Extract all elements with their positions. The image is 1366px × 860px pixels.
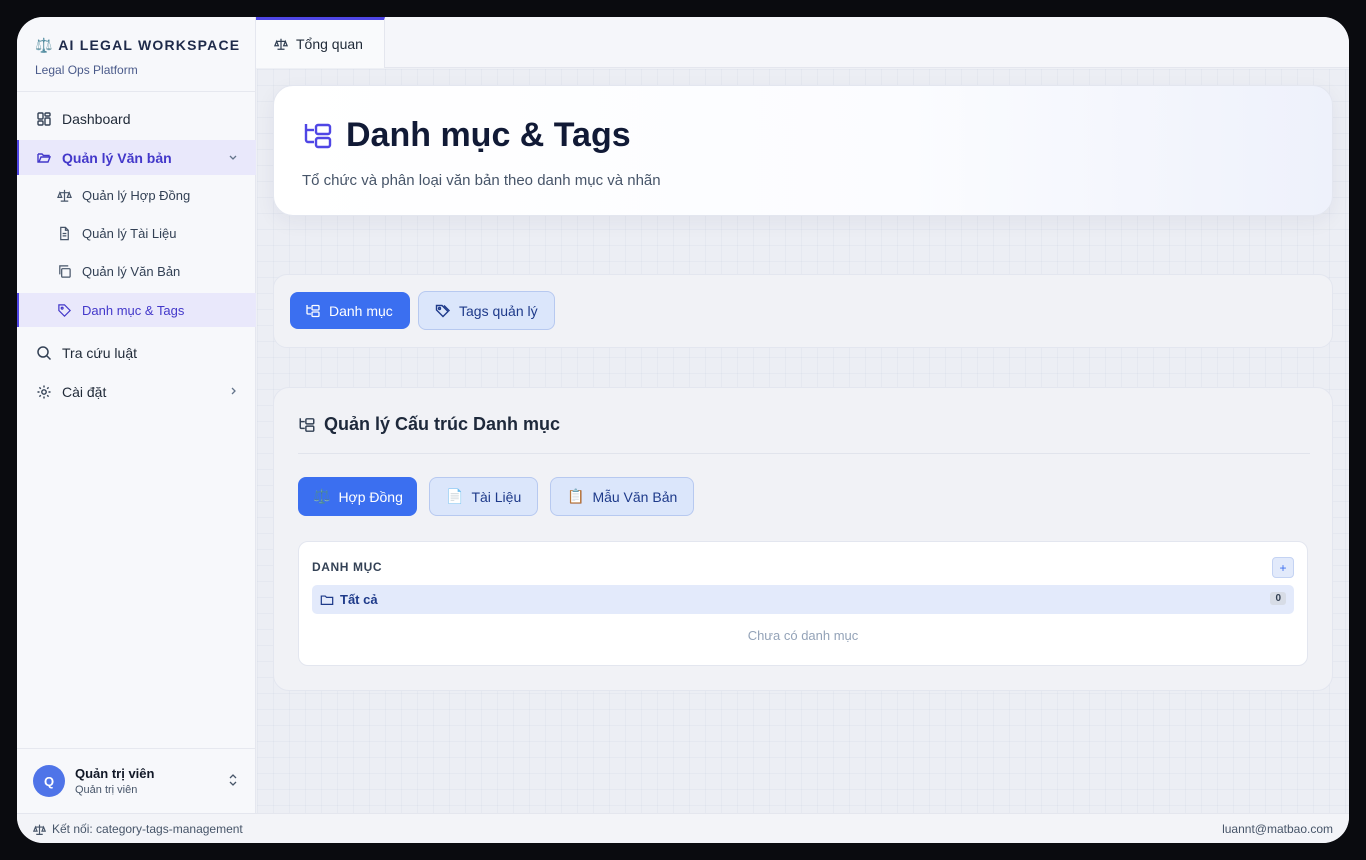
search-icon <box>36 345 52 361</box>
sidebar-item-law-lookup[interactable]: Tra cứu luật <box>17 335 256 370</box>
categories-tab-button[interactable]: Danh mục <box>290 292 410 329</box>
sidebar-item-label: Cài đặt <box>62 383 107 400</box>
sidebar-item-settings[interactable]: Cài đặt <box>17 374 256 409</box>
tab-label: Tổng quan <box>296 36 363 52</box>
scale-icon <box>57 188 72 203</box>
divider <box>298 453 1310 454</box>
user-name: Quản trị viên <box>75 766 155 781</box>
chevron-up-down-icon[interactable] <box>226 773 240 787</box>
category-list: DANH MỤC + Tất cả 0 Chưa có danh mục <box>298 541 1308 666</box>
sidebar-subitem-label: Quản lý Tài Liệu <box>82 225 177 241</box>
category-all-row[interactable]: Tất cả 0 <box>312 585 1294 614</box>
chevron-down-icon <box>229 155 237 160</box>
divider <box>17 91 256 92</box>
type-button-documents[interactable]: 📄 Tài Liệu <box>429 477 538 516</box>
sidebar-item-label: Quản lý Văn bản <box>62 149 172 166</box>
folder-tree-icon <box>306 304 320 317</box>
chevron-right-icon <box>231 387 236 395</box>
scale-icon <box>33 824 46 835</box>
category-structure-panel: Quản lý Cấu trúc Danh mục ⚖️ Hợp Đồng 📄 … <box>273 387 1333 691</box>
document-icon: 📄 <box>446 488 464 504</box>
copy-icon <box>57 264 72 279</box>
connection-text: Kết nối: category-tags-management <box>52 822 243 836</box>
status-bar: Kết nối: category-tags-management luannt… <box>17 813 1349 843</box>
sidebar-item-label: Dashboard <box>62 110 131 127</box>
connection-status: Kết nối: category-tags-management <box>33 822 243 836</box>
button-label: Danh mục <box>329 302 393 319</box>
brand-subtitle: Legal Ops Platform <box>35 63 138 77</box>
type-button-templates[interactable]: 📋 Mẫu Văn Bản <box>550 477 694 516</box>
add-category-button[interactable]: + <box>1272 557 1294 578</box>
scale-icon: ⚖️ <box>313 488 331 504</box>
tag-icon <box>57 303 72 318</box>
sidebar: ⚖️ AI LEGAL WORKSPACE Legal Ops Platform… <box>17 17 256 813</box>
sidebar-subitem-contracts[interactable]: Quản lý Hợp Đồng <box>17 178 256 212</box>
folder-icon <box>320 594 334 605</box>
panel-title: Quản lý Cấu trúc Danh mục <box>324 414 561 434</box>
user-email: luannt@matbao.com <box>1222 822 1333 836</box>
gear-icon <box>36 384 52 400</box>
divider <box>17 748 256 749</box>
folder-tree-icon <box>299 417 315 432</box>
page-title-row: Danh mục & Tags <box>302 116 631 155</box>
tab-bar: Tổng quan <box>256 17 1349 68</box>
dashboard-icon <box>36 111 52 127</box>
type-button-contracts[interactable]: ⚖️ Hợp Đồng <box>298 477 417 516</box>
user-role: Quản trị viên <box>75 784 138 796</box>
page-subtitle: Tổ chức và phân loại văn bản theo danh m… <box>302 172 661 189</box>
sidebar-item-dashboard[interactable]: Dashboard <box>17 101 256 136</box>
category-label: Tất cả <box>340 592 378 607</box>
button-label: Tài Liệu <box>471 488 522 505</box>
user-profile[interactable]: Q Quản trị viên Quản trị viên <box>33 765 154 797</box>
panel-title-row: Quản lý Cấu trúc Danh mục <box>298 414 560 435</box>
page-header: Danh mục & Tags Tổ chức và phân loại văn… <box>273 85 1333 216</box>
scale-icon <box>274 38 288 50</box>
tags-tab-button[interactable]: Tags quản lý <box>418 291 555 330</box>
main-content: Danh mục & Tags Tổ chức và phân loại văn… <box>257 69 1349 813</box>
brand: ⚖️ AI LEGAL WORKSPACE Legal Ops Platform <box>35 37 240 77</box>
sidebar-subitem-documents[interactable]: Quản lý Tài Liệu <box>17 216 256 250</box>
sidebar-subitem-categories-tags[interactable]: Danh mục & Tags <box>17 293 256 327</box>
app-window: ⚖️ AI LEGAL WORKSPACE Legal Ops Platform… <box>17 17 1349 843</box>
empty-state-text: Chưa có danh mục <box>747 628 859 643</box>
avatar: Q <box>33 765 65 797</box>
sidebar-item-document-management[interactable]: Quản lý Văn bản <box>17 140 256 175</box>
view-switcher: Danh mục Tags quản lý <box>273 274 1333 348</box>
category-list-header: DANH MỤC <box>312 560 383 574</box>
sidebar-subitem-label: Quản lý Văn Bản <box>82 263 181 279</box>
brand-title: ⚖️ AI LEGAL WORKSPACE <box>35 37 241 53</box>
button-label: Hợp Đồng <box>338 488 403 505</box>
file-text-icon <box>57 226 72 241</box>
button-label: Tags quản lý <box>459 302 538 319</box>
folder-tree-icon <box>304 123 332 148</box>
folder-open-icon <box>36 150 52 166</box>
sidebar-subitem-label: Danh mục & Tags <box>82 302 185 318</box>
sidebar-subitem-texts[interactable]: Quản lý Văn Bản <box>17 254 256 288</box>
tab-overview[interactable]: Tổng quan <box>256 17 385 68</box>
sidebar-subitem-label: Quản lý Hợp Đồng <box>82 187 191 203</box>
button-label: Mẫu Văn Bản <box>592 488 678 505</box>
tags-icon <box>435 304 450 317</box>
category-count-badge: 0 <box>1270 592 1286 605</box>
sidebar-item-label: Tra cứu luật <box>62 344 137 361</box>
clipboard-icon: 📋 <box>567 488 585 504</box>
page-title: Danh mục & Tags <box>346 116 631 154</box>
